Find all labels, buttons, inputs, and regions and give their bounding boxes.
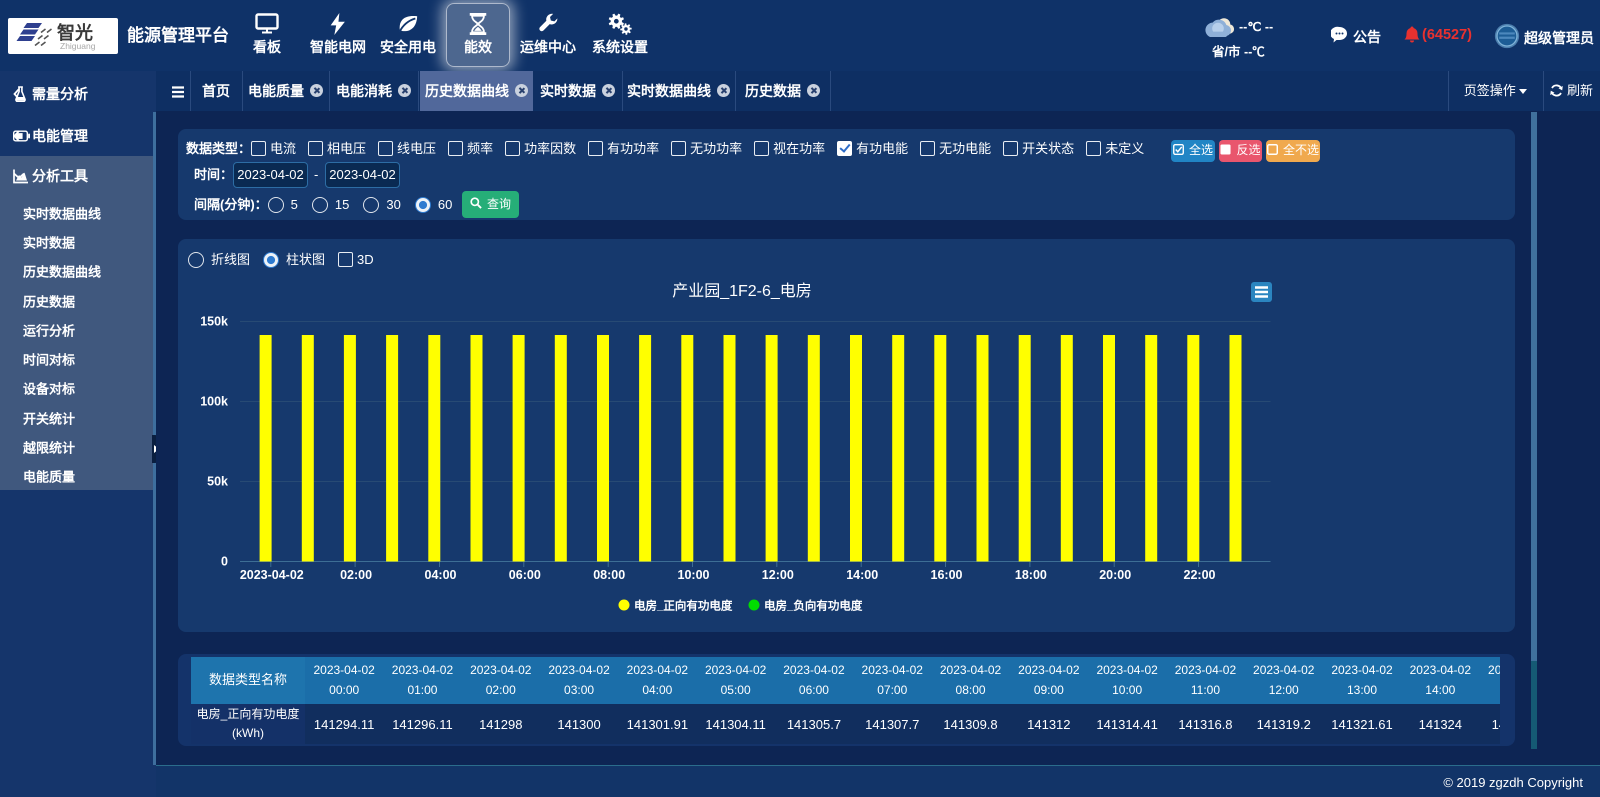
svg-text:14:00: 14:00 (846, 568, 878, 582)
svg-text:智光: 智光 (57, 22, 93, 43)
svg-text:02:00: 02:00 (340, 568, 372, 582)
svg-text:150k: 150k (200, 315, 228, 329)
svg-text:18:00: 18:00 (1015, 568, 1047, 582)
svg-text:04:00: 04:00 (425, 568, 457, 582)
svg-text:16:00: 16:00 (931, 568, 963, 582)
svg-text:08:00: 08:00 (593, 568, 625, 582)
svg-text:22:00: 22:00 (1184, 568, 1216, 582)
svg-text:06:00: 06:00 (509, 568, 541, 582)
svg-text:10:00: 10:00 (678, 568, 710, 582)
svg-text:50k: 50k (207, 475, 228, 489)
svg-text:2023-04-02: 2023-04-02 (240, 568, 304, 582)
svg-text:12:00: 12:00 (762, 568, 794, 582)
svg-text:产业园_1F2-6_电房: 产业园_1F2-6_电房 (672, 282, 812, 300)
svg-text:100k: 100k (200, 395, 228, 409)
svg-text:0: 0 (221, 555, 228, 569)
svg-text:Zhiguang: Zhiguang (60, 41, 96, 51)
svg-text:20:00: 20:00 (1099, 568, 1131, 582)
svg-text:电房_负向有功电度: 电房_负向有功电度 (764, 599, 863, 613)
svg-text:电房_正向有功电度: 电房_正向有功电度 (634, 599, 733, 613)
